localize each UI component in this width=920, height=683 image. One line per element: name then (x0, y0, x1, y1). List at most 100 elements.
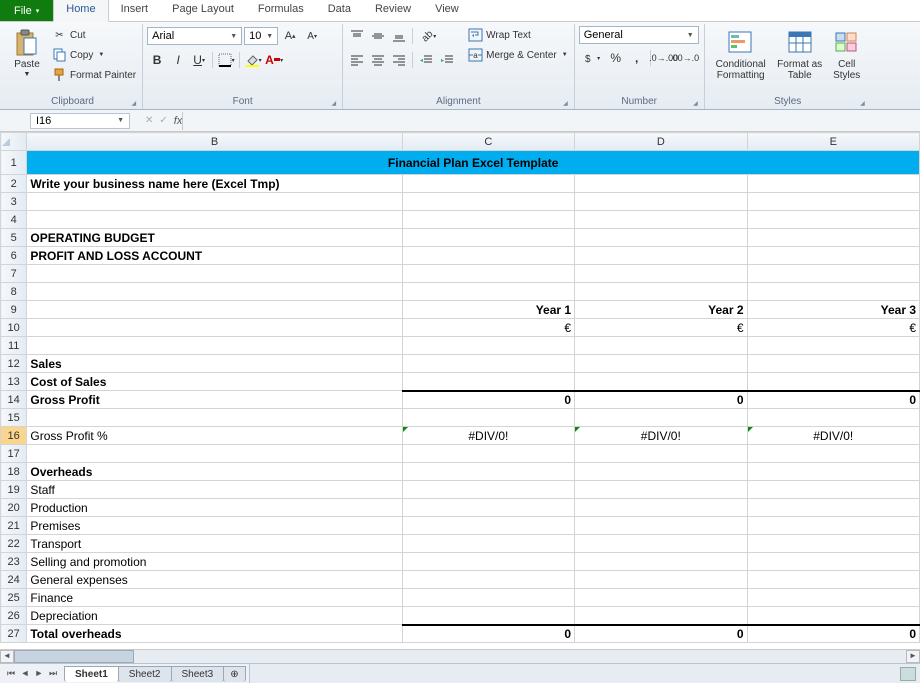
align-middle-button[interactable] (368, 26, 388, 46)
percent-button[interactable]: % (606, 48, 626, 68)
cell-b20[interactable]: Production (27, 499, 402, 517)
cell-e3[interactable] (747, 193, 919, 211)
cell-d11[interactable] (575, 337, 747, 355)
row-header-24[interactable]: 24 (1, 571, 27, 589)
paste-button[interactable]: Paste ▼ (7, 26, 47, 78)
cell-c10[interactable]: € (402, 319, 574, 337)
cell-b24[interactable]: General expenses (27, 571, 402, 589)
cell-b23[interactable]: Selling and promotion (27, 553, 402, 571)
increase-font-button[interactable]: A▴ (280, 26, 300, 46)
row-header-15[interactable]: 15 (1, 409, 27, 427)
cell-e13[interactable] (747, 373, 919, 391)
cell-d8[interactable] (575, 283, 747, 301)
cell-e27[interactable]: 0 (747, 625, 919, 643)
cell-b15[interactable] (27, 409, 402, 427)
cell-e8[interactable] (747, 283, 919, 301)
cell-c14[interactable]: 0 (402, 391, 574, 409)
cell-b2[interactable]: Write your business name here (Excel Tmp… (27, 175, 402, 193)
col-header-d[interactable]: D (575, 133, 747, 151)
font-color-button[interactable]: A▾ (264, 50, 284, 70)
row-header-17[interactable]: 17 (1, 445, 27, 463)
bold-button[interactable]: B (147, 50, 167, 70)
cell-d4[interactable] (575, 211, 747, 229)
sheet-slider[interactable] (249, 664, 920, 683)
cell-b12[interactable]: Sales (27, 355, 402, 373)
row-header-19[interactable]: 19 (1, 481, 27, 499)
cell-d6[interactable] (575, 247, 747, 265)
cell-c13[interactable] (402, 373, 574, 391)
cell-d16[interactable]: #DIV/0! (575, 427, 747, 445)
orientation-button[interactable]: ab▾ (416, 26, 442, 46)
row-header-20[interactable]: 20 (1, 499, 27, 517)
cell-e5[interactable] (747, 229, 919, 247)
font-size-select[interactable]: 10▼ (244, 27, 278, 45)
cell-c19[interactable] (402, 481, 574, 499)
cell-e10[interactable]: € (747, 319, 919, 337)
cell-c18[interactable] (402, 463, 574, 481)
align-right-button[interactable] (389, 50, 409, 70)
file-tab[interactable]: File (0, 0, 53, 21)
cell-e21[interactable] (747, 517, 919, 535)
cell-b6[interactable]: PROFIT AND LOSS ACCOUNT (27, 247, 402, 265)
wrap-text-button[interactable]: Wrap Text (466, 26, 570, 44)
cell-c4[interactable] (402, 211, 574, 229)
select-all-button[interactable] (1, 133, 27, 151)
scroll-right-button[interactable]: ► (906, 650, 920, 663)
row-header-3[interactable]: 3 (1, 193, 27, 211)
col-header-b[interactable]: B (27, 133, 402, 151)
row-header-26[interactable]: 26 (1, 607, 27, 625)
align-left-button[interactable] (347, 50, 367, 70)
row-header-21[interactable]: 21 (1, 517, 27, 535)
tab-data[interactable]: Data (316, 0, 363, 21)
cell-d19[interactable] (575, 481, 747, 499)
cell-d9[interactable]: Year 2 (575, 301, 747, 319)
fx-icon[interactable]: fx (174, 115, 183, 127)
cell-e9[interactable]: Year 3 (747, 301, 919, 319)
scroll-track[interactable] (14, 650, 906, 663)
sheet-last-button[interactable]: ⏭ (46, 668, 60, 679)
cell-d20[interactable] (575, 499, 747, 517)
cell-c25[interactable] (402, 589, 574, 607)
cell-d13[interactable] (575, 373, 747, 391)
cut-button[interactable]: ✂ Cut (50, 26, 138, 44)
cell-c5[interactable] (402, 229, 574, 247)
cell-d26[interactable] (575, 607, 747, 625)
cell-d27[interactable]: 0 (575, 625, 747, 643)
cell-b27[interactable]: Total overheads (27, 625, 402, 643)
cell-d24[interactable] (575, 571, 747, 589)
cell-b10[interactable] (27, 319, 402, 337)
cell-e6[interactable] (747, 247, 919, 265)
cell-c21[interactable] (402, 517, 574, 535)
enter-icon[interactable]: ✓ (159, 115, 167, 126)
tab-review[interactable]: Review (363, 0, 423, 21)
cell-b7[interactable] (27, 265, 402, 283)
format-painter-button[interactable]: Format Painter (50, 66, 138, 84)
cell-b5[interactable]: OPERATING BUDGET (27, 229, 402, 247)
cell-e25[interactable] (747, 589, 919, 607)
name-box[interactable]: I16 ▼ (30, 113, 130, 129)
cell-c6[interactable] (402, 247, 574, 265)
cell-b22[interactable]: Transport (27, 535, 402, 553)
row-header-4[interactable]: 4 (1, 211, 27, 229)
cell-e19[interactable] (747, 481, 919, 499)
format-as-table-button[interactable]: Format as Table (776, 26, 824, 81)
cell-e15[interactable] (747, 409, 919, 427)
sheet-next-button[interactable]: ► (32, 668, 46, 679)
horizontal-scrollbar[interactable]: ◄ ► (0, 649, 920, 663)
cell-d12[interactable] (575, 355, 747, 373)
formula-input[interactable] (182, 112, 920, 130)
border-button[interactable]: ▾ (216, 50, 236, 70)
cell-c23[interactable] (402, 553, 574, 571)
align-top-button[interactable] (347, 26, 367, 46)
fill-color-button[interactable]: ▾ (243, 50, 263, 70)
cell-b16[interactable]: Gross Profit % (27, 427, 402, 445)
cell-e17[interactable] (747, 445, 919, 463)
conditional-formatting-button[interactable]: Conditional Formatting (709, 26, 773, 81)
underline-button[interactable]: U▾ (189, 50, 209, 70)
cell-d18[interactable] (575, 463, 747, 481)
decrease-decimal-button[interactable]: .00→.0 (675, 48, 695, 68)
row-header-6[interactable]: 6 (1, 247, 27, 265)
sheet-tab-3[interactable]: Sheet3 (171, 666, 225, 682)
cell-c20[interactable] (402, 499, 574, 517)
cell-d23[interactable] (575, 553, 747, 571)
